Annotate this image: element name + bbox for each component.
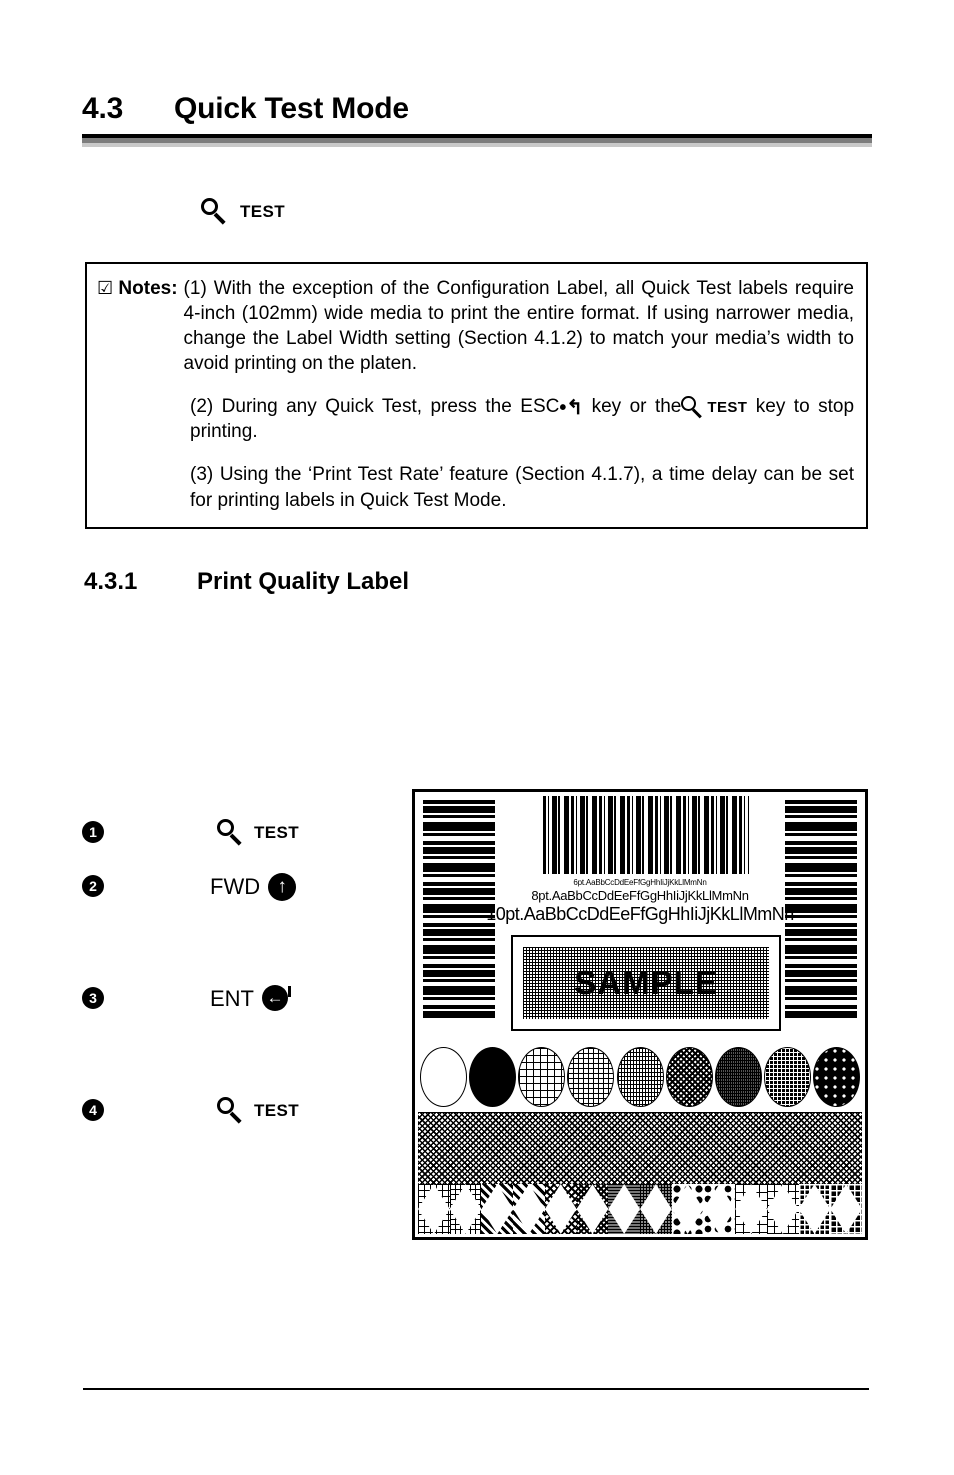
pattern-circle — [616, 1047, 664, 1107]
step-1-keys: TEST — [216, 818, 299, 848]
step-4-key-label: TEST — [254, 1101, 300, 1120]
test-key-callout: TEST — [200, 197, 285, 227]
checkbox-icon: ☑ — [97, 278, 114, 298]
sample-word-text: SAMPLE — [574, 964, 718, 1001]
diamond-cell — [513, 1184, 545, 1234]
magnifier-icon — [216, 818, 246, 848]
step-3-keys: ENT ← — [210, 985, 292, 1013]
section-number: 4.3 — [82, 92, 124, 125]
font-sample-lines: 6pt.AaBbCcDdEeFfGgHhIiJjKkLlMmNn 8pt.AaB… — [415, 878, 865, 925]
barcode-icon — [543, 796, 749, 874]
magnifier-icon — [216, 1096, 246, 1126]
sample-word-box: SAMPLE — [511, 935, 781, 1031]
step-bullet-2: 2 — [82, 875, 110, 899]
step-row-1: 1 TEST — [82, 818, 299, 848]
notes-box: ☑ Notes: (1) With the exception of the C… — [85, 262, 868, 529]
note-item-2: (2) During any Quick Test, press the ESC… — [190, 394, 854, 444]
diamond-cell — [640, 1184, 672, 1234]
pattern-circle-row — [418, 1042, 862, 1112]
diamond-cell — [576, 1184, 609, 1234]
step-row-2: 2 FWD ↑ — [82, 873, 297, 901]
esc-arrow-icon: •↰ — [559, 397, 584, 420]
pattern-circle — [518, 1047, 566, 1107]
esc-key-label: ESC — [520, 396, 560, 418]
subsection-heading: 4.3.1 Print Quality Label — [84, 568, 409, 596]
diamond-cell — [671, 1184, 704, 1234]
pattern-circle — [469, 1047, 517, 1107]
section-heading: 4.3 Quick Test Mode — [82, 92, 872, 147]
section-heading-row: 4.3 Quick Test Mode — [82, 92, 872, 126]
section-title: Quick Test Mode — [174, 92, 409, 125]
note-1-text: (1) With the exception of the Configurat… — [183, 278, 854, 375]
pattern-circle — [813, 1047, 860, 1107]
circled-enter-arrow-icon: ← — [262, 985, 292, 1013]
print-quality-label-sample: 6pt.AaBbCcDdEeFfGgHhIiJjKkLlMmNn 8pt.AaB… — [412, 789, 868, 1240]
pattern-circle — [665, 1047, 713, 1107]
step-bullet-4: 4 — [82, 1099, 110, 1123]
diamond-cell — [481, 1184, 514, 1234]
step-bullet-1: 1 — [82, 821, 110, 845]
footer-rule — [83, 1388, 869, 1390]
subsection-number: 4.3.1 — [84, 568, 138, 595]
pattern-circle — [567, 1047, 615, 1107]
diamond-cell — [766, 1184, 799, 1234]
diamond-cell — [703, 1184, 736, 1234]
pattern-circle — [763, 1047, 811, 1107]
notes-label: ☑ Notes: — [97, 276, 184, 301]
diamond-cell — [830, 1184, 862, 1234]
font-line-10pt: 10pt.AaBbCcDdEeFfGgHhIiJjKkLlMmNn — [486, 904, 794, 924]
diamond-cell — [544, 1184, 577, 1234]
step-row-3: 3 ENT ← — [82, 985, 292, 1013]
note-item-1: ☑ Notes: (1) With the exception of the C… — [97, 276, 854, 376]
step-2-keys: FWD ↑ — [210, 873, 297, 901]
note-2-text-b: key or the — [591, 396, 682, 418]
note-2-text-a: (2) During any Quick Test, press the — [190, 396, 512, 418]
test-key-label: TEST — [240, 202, 286, 221]
circled-up-arrow-icon: ↑ — [268, 873, 297, 901]
heading-rule-light — [82, 143, 872, 147]
step-1-key-label: TEST — [254, 823, 300, 842]
pattern-circle — [420, 1047, 467, 1107]
diamond-pattern-band — [418, 1184, 862, 1234]
pattern-circle — [714, 1047, 762, 1107]
diamond-cell — [798, 1184, 831, 1234]
test-key-label: TEST — [707, 399, 748, 417]
step-bullet-3: 3 — [82, 987, 110, 1011]
magnifier-icon — [681, 396, 707, 419]
diamond-cell — [735, 1184, 767, 1234]
step-row-4: 4 TEST — [82, 1096, 299, 1126]
diamond-cell — [418, 1184, 450, 1234]
halftone-gray-band — [418, 1112, 862, 1186]
label-top-area: 6pt.AaBbCcDdEeFfGgHhIiJjKkLlMmNn 8pt.AaB… — [415, 792, 865, 1032]
esc-key-symbol: ESC•↰ — [520, 394, 583, 419]
notes-label-text: Notes: — [118, 278, 178, 299]
step-3-key-label: ENT — [210, 986, 254, 1011]
diamond-cell — [608, 1184, 641, 1234]
note-item-3: (3) Using the ‘Print Test Rate’ feature … — [190, 464, 854, 511]
step-4-keys: TEST — [216, 1096, 299, 1126]
subsection-title: Print Quality Label — [197, 568, 410, 595]
font-line-8pt: 8pt.AaBbCcDdEeFfGgHhIiJjKkLlMmNn — [531, 888, 749, 903]
diamond-cell — [449, 1184, 482, 1234]
sample-word-halftone: SAMPLE — [523, 947, 769, 1019]
font-line-6pt: 6pt.AaBbCcDdEeFfGgHhIiJjKkLlMmNn — [573, 878, 707, 887]
step-2-key-label: FWD — [210, 874, 261, 899]
magnifier-icon — [200, 197, 230, 227]
